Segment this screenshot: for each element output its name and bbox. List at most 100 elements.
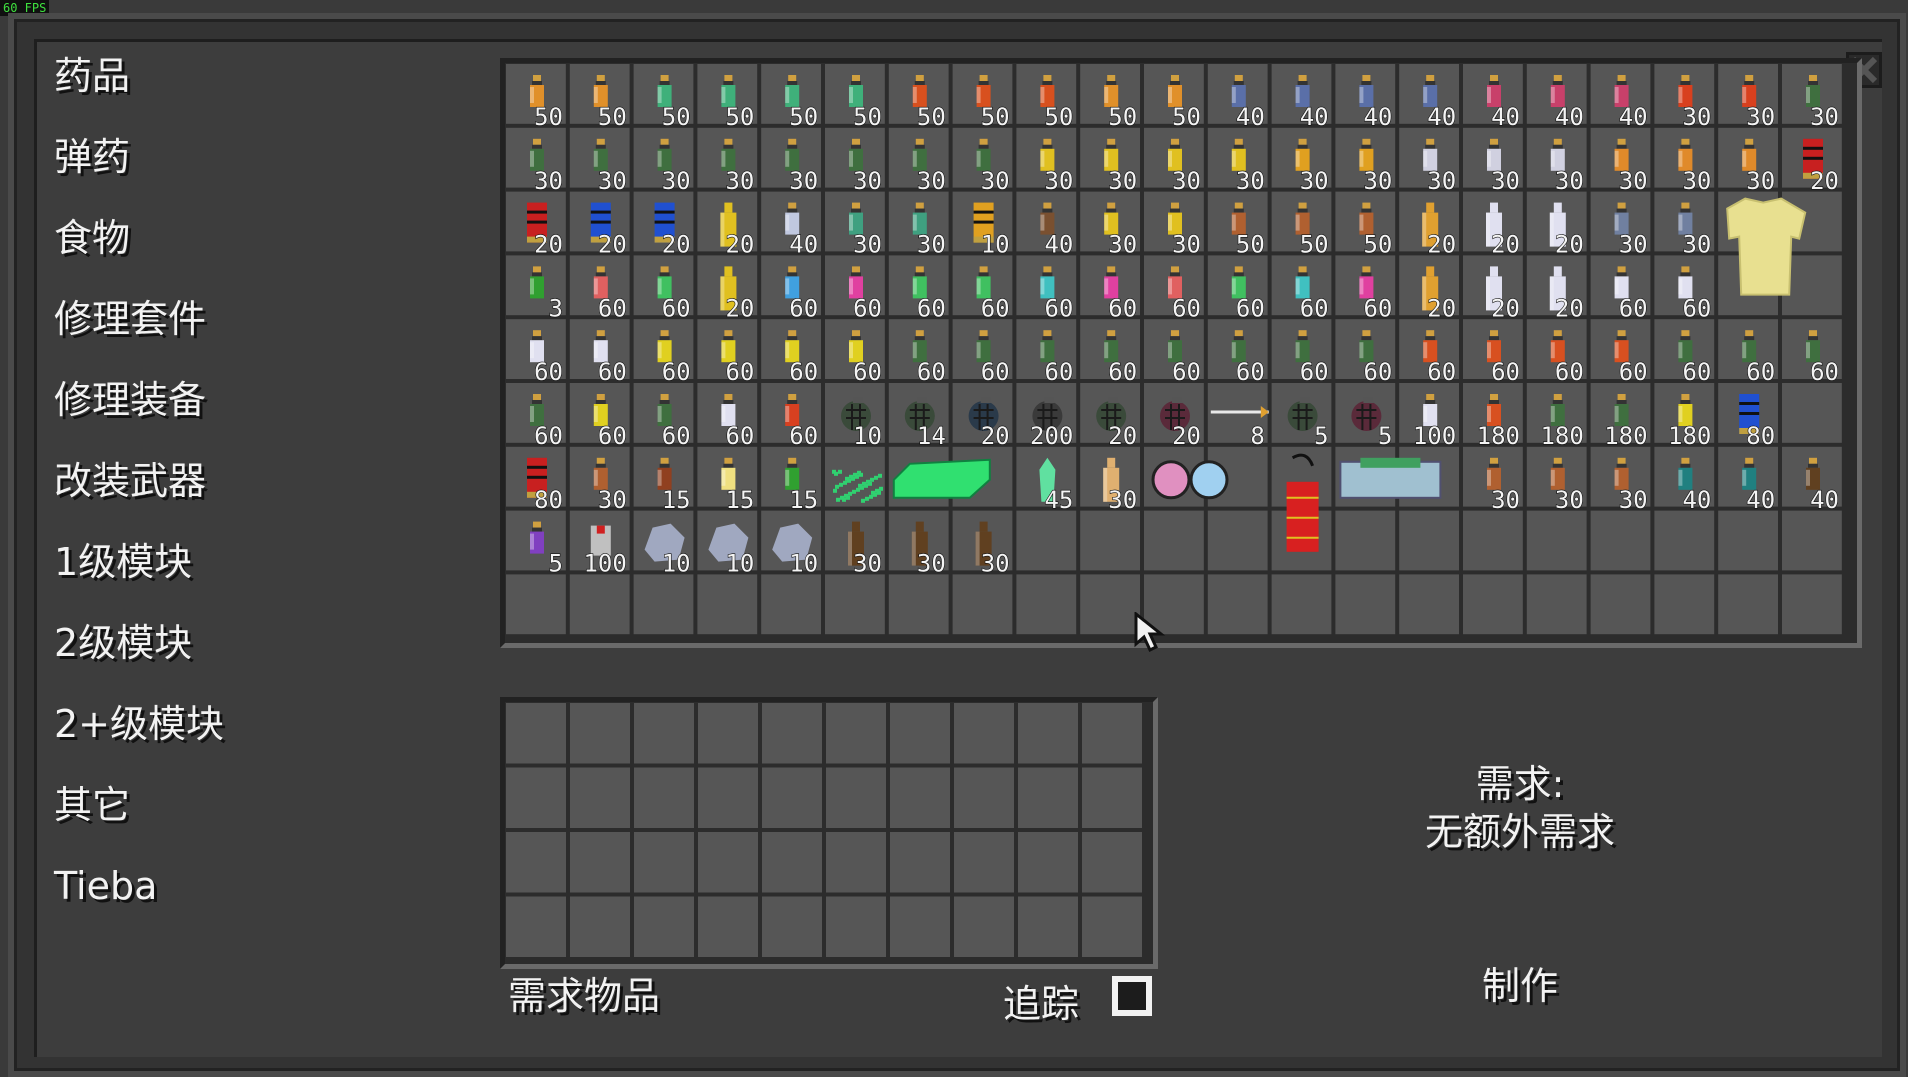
grid-cell[interactable] [954, 703, 1014, 764]
grid-cell[interactable] [1718, 510, 1778, 571]
grid-cell[interactable] [1207, 510, 1268, 571]
grid-cell[interactable] [634, 832, 694, 893]
inventory-item[interactable] [1339, 457, 1442, 499]
category-item[interactable]: 1级模块 [54, 538, 414, 619]
grid-cell[interactable] [826, 767, 886, 829]
category-item[interactable]: 药品 [54, 52, 414, 133]
category-item[interactable]: 2级模块 [54, 619, 414, 700]
grid-cell[interactable] [1144, 510, 1204, 571]
grid-cell[interactable] [1082, 703, 1142, 764]
grid-cell[interactable] [1654, 574, 1715, 635]
grid-cell[interactable] [954, 896, 1014, 958]
grid-cell[interactable] [1526, 574, 1587, 635]
category-item[interactable]: 修理装备 [54, 376, 414, 457]
grid-cell[interactable] [1082, 896, 1142, 958]
item-count: 60 [1363, 294, 1392, 322]
grid-cell[interactable] [506, 896, 566, 958]
grid-cell[interactable] [1590, 510, 1651, 571]
grid-cell[interactable] [1335, 510, 1396, 571]
grid-cell[interactable] [1335, 574, 1396, 635]
grid-cell[interactable] [1082, 767, 1142, 829]
grid-cell[interactable] [698, 767, 758, 829]
grid-cell[interactable] [1654, 510, 1715, 571]
grid-cell[interactable] [1271, 574, 1332, 635]
grid-cell[interactable] [1018, 896, 1078, 958]
item-count: 5 [1314, 422, 1328, 450]
grid-cell[interactable] [698, 896, 758, 958]
grid-cell[interactable] [570, 832, 630, 893]
grid-cell[interactable] [1018, 703, 1078, 764]
grid-cell[interactable] [1016, 510, 1077, 571]
item-count: 60 [1108, 294, 1137, 322]
grid-cell[interactable] [633, 574, 694, 635]
grid-cell[interactable] [1590, 574, 1651, 635]
grid-cell[interactable] [1080, 574, 1140, 635]
grid-cell[interactable] [890, 767, 950, 829]
grid-cell[interactable] [1782, 510, 1842, 571]
grid-cell[interactable] [698, 703, 758, 764]
item-count: 50 [853, 103, 882, 131]
grid-cell[interactable] [1018, 832, 1078, 893]
item-count: 30 [1236, 167, 1265, 195]
grid-cell[interactable] [697, 574, 758, 635]
grid-cell[interactable] [634, 767, 694, 829]
grid-cell[interactable] [1782, 574, 1842, 635]
category-item[interactable]: 修理套件 [54, 295, 414, 376]
category-item[interactable]: 弹药 [54, 133, 414, 214]
grid-cell[interactable] [634, 703, 694, 764]
grid-cell[interactable] [1463, 510, 1523, 571]
grid-cell[interactable] [826, 703, 886, 764]
grid-cell[interactable] [1526, 510, 1587, 571]
grid-cell[interactable] [890, 703, 950, 764]
category-item[interactable]: 其它 [54, 781, 414, 862]
grid-cell[interactable] [826, 896, 886, 958]
item-count: 30 [1108, 167, 1137, 195]
item-count: 20 [1555, 231, 1584, 259]
category-item[interactable]: 改装武器 [54, 457, 414, 538]
grid-cell[interactable] [954, 832, 1014, 893]
grid-cell[interactable] [762, 767, 822, 829]
grid-cell[interactable] [570, 703, 630, 764]
grid-cell[interactable] [634, 896, 694, 958]
grid-cell[interactable] [1399, 574, 1459, 635]
grid-cell[interactable] [698, 832, 758, 893]
grid-cell[interactable] [569, 574, 630, 635]
inventory-item[interactable] [892, 458, 991, 499]
item-count: 60 [1810, 358, 1839, 386]
grid-cell[interactable] [954, 767, 1014, 829]
grid-cell[interactable] [761, 574, 821, 635]
grid-cell[interactable] [1463, 574, 1523, 635]
grid-cell[interactable] [825, 574, 885, 635]
grid-cell[interactable] [1082, 832, 1142, 893]
grid-cell[interactable] [506, 703, 566, 764]
grid-cell[interactable] [570, 767, 630, 829]
category-item[interactable]: 2+级模块 [54, 700, 414, 781]
craft-button[interactable]: 制作 [1430, 955, 1610, 1010]
grid-cell[interactable] [570, 896, 630, 958]
grid-cell[interactable] [1399, 510, 1459, 571]
category-item[interactable]: Tieba [54, 862, 414, 943]
grid-cell[interactable] [1016, 574, 1077, 635]
grid-cell[interactable] [506, 767, 566, 829]
item-count: 30 [598, 167, 627, 195]
grid-cell[interactable] [952, 574, 1013, 635]
grid-cell[interactable] [826, 832, 886, 893]
grid-cell[interactable] [762, 703, 822, 764]
grid-cell[interactable] [1080, 510, 1140, 571]
track-checkbox[interactable] [1112, 976, 1152, 1016]
grid-cell[interactable] [1018, 767, 1078, 829]
grid-cell[interactable] [506, 574, 566, 635]
item-count: 60 [981, 358, 1010, 386]
grid-cell[interactable] [1718, 574, 1778, 635]
item-count: 20 [981, 422, 1010, 450]
grid-cell[interactable] [1782, 383, 1842, 443]
grid-cell[interactable] [506, 832, 566, 893]
grid-cell[interactable] [762, 896, 822, 958]
grid-cell[interactable] [890, 832, 950, 893]
grid-cell[interactable] [762, 832, 822, 893]
grid-cell[interactable] [1207, 574, 1268, 635]
item-grid[interactable]: 50 50 50 50 50 50 50 50 50 50 50 40 40 40 40 40 40 40 30 30… [500, 58, 1862, 648]
grid-cell[interactable] [888, 574, 949, 635]
grid-cell[interactable] [890, 896, 950, 958]
category-item[interactable]: 食物 [54, 214, 414, 295]
